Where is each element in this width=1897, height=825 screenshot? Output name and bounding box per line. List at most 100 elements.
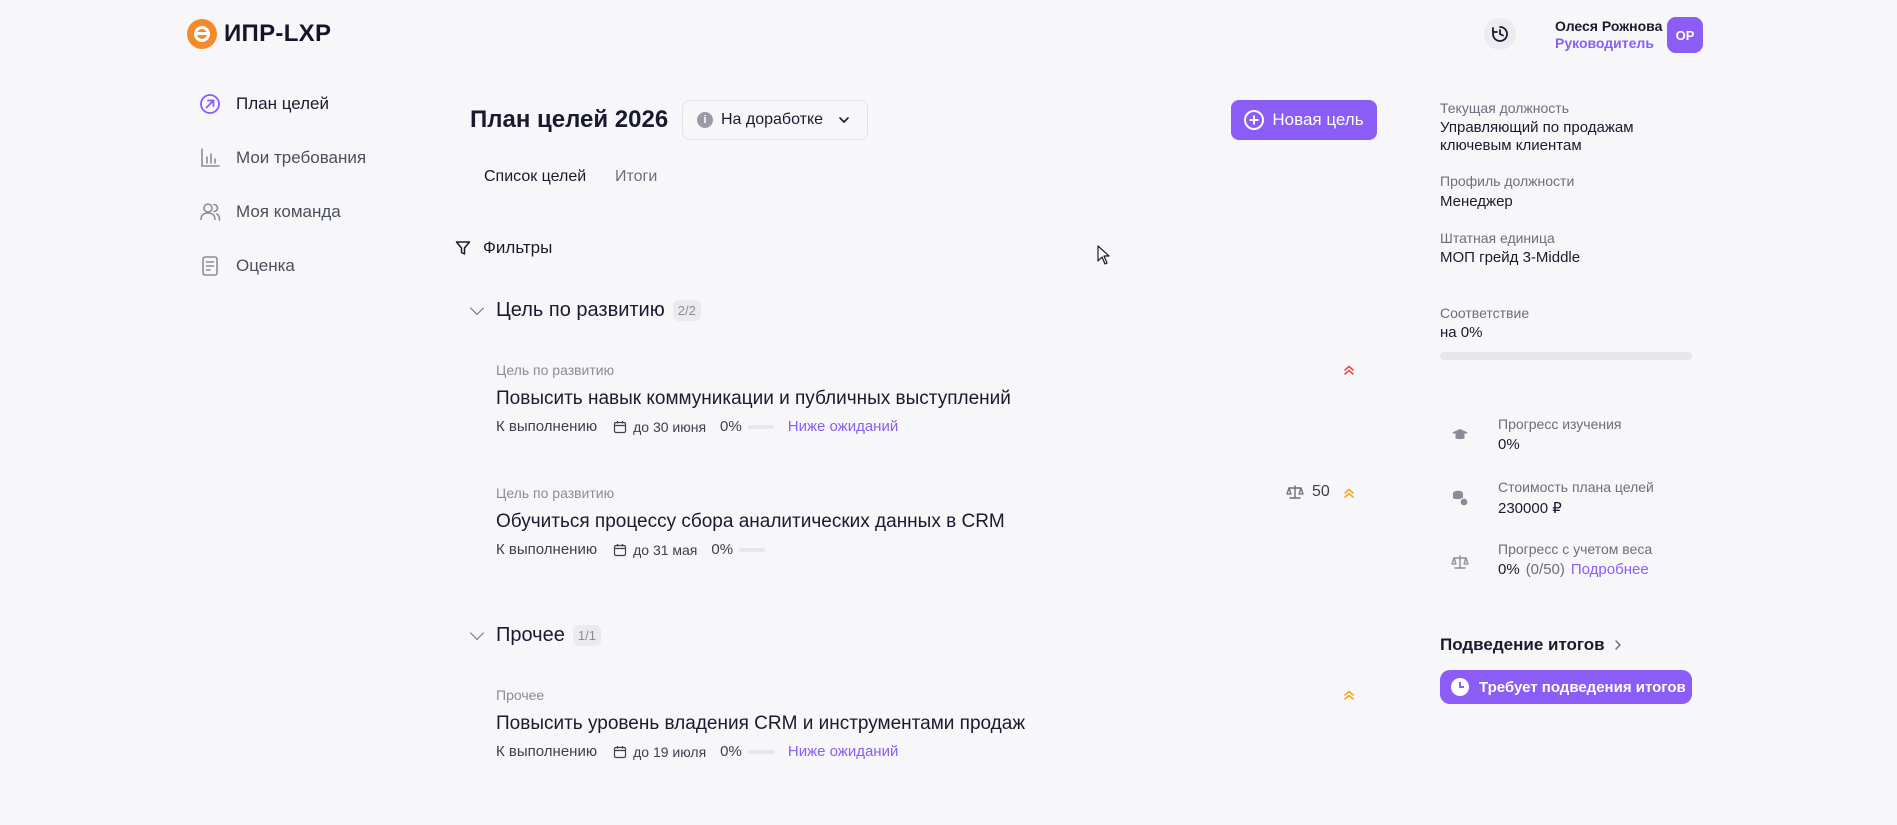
logo-mark-icon [187,19,217,49]
goal-title[interactable]: Повысить уровень владения CRM и инструме… [496,713,1025,735]
goal-deadline: до 31 мая [613,542,697,558]
chart-bars-icon [198,146,222,170]
tab-results[interactable]: Итоги [601,168,671,186]
goal-category: Цель по развитию [496,485,615,501]
goal-progress: 0% [720,743,742,760]
chevron-down-icon [839,117,849,123]
new-goal-label: Новая цель [1272,110,1364,129]
chevron-down-icon [469,300,485,316]
summary-link-label: Подведение итогов [1440,635,1605,654]
goal-deadline-text: до 19 июля [633,743,707,760]
chevron-right-icon [1614,640,1621,650]
priority-high-icon [1343,364,1355,378]
priority-medium-icon [1343,689,1355,703]
history-button[interactable] [1484,18,1516,50]
document-icon [198,254,222,278]
goal-title[interactable]: Обучиться процессу сбора аналитических д… [496,511,1005,533]
sidebar-item-assessment[interactable]: Оценка [198,254,295,278]
count-badge: 2/2 [672,300,701,321]
goal-meta: К выполнению до 30 июня 0% Ниже ожиданий [496,418,898,435]
goal-progress: 0% [711,541,734,558]
calendar-icon [613,543,627,556]
match-progress-bar [1440,352,1692,360]
user-name: Олеся Рожнова [1555,18,1663,34]
stat-value: 0% [1498,436,1520,453]
status-value: На доработке [721,111,824,128]
sidebar-item-requirements[interactable]: Мои требования [198,146,366,170]
match-value: на 0% [1440,324,1483,341]
clock-icon [1451,678,1469,696]
goal-meta: К выполнению до 19 июля 0% Ниже ожиданий [496,743,898,760]
priority-medium-icon [1343,487,1355,501]
match-label: Соответствие [1440,305,1530,321]
app-logo[interactable]: ИПР-LXP [187,19,331,49]
position-label: Текущая должность [1440,100,1570,116]
goal-category: Прочее [496,687,545,703]
logo-text: ИПР-LXP [224,20,332,47]
goal-evaluation[interactable]: Ниже ожиданий [788,418,898,435]
tab-goal-list[interactable]: Список целей [470,168,600,186]
goal-deadline: до 19 июля [613,744,706,760]
goal-title[interactable]: Повысить навык коммуникации и публичных … [496,388,1011,410]
summary-required-button[interactable]: Требует подведения итогов [1440,670,1692,704]
info-icon: i [697,112,713,128]
goal-meta: К выполнению до 31 мая 0% [496,541,779,558]
summary-link[interactable]: Подведение итогов [1440,635,1623,655]
coins-icon [1450,488,1470,508]
group-header-development[interactable]: Цель по развитию 2/2 [469,299,701,322]
calendar-icon [613,420,627,433]
sidebar-item-goal-plan[interactable]: План целей [198,92,329,116]
count-badge: 1/1 [572,625,601,646]
mouse-cursor-icon [1097,245,1111,270]
goal-evaluation[interactable]: Ниже ожиданий [788,743,898,760]
goal-weight-value: 50 [1312,483,1330,500]
plus-circle-icon [1244,110,1265,130]
unit-label: Штатная единица [1440,230,1555,246]
group-header-other[interactable]: Прочее 1/1 [469,624,601,647]
goal-deadline: до 30 июня [613,419,706,435]
goal-status: К выполнению [496,743,598,760]
user-role: Руководитель [1555,35,1654,51]
stat-label: Прогресс изучения [1498,416,1622,432]
details-link[interactable]: Подробнее [1571,561,1649,578]
position-value: Управляющий по продажам ключевым клиента… [1440,119,1634,154]
users-icon [198,200,222,224]
avatar[interactable]: ОР [1667,17,1703,53]
stat-label: Стоимость плана целей [1498,479,1654,495]
stat-extra: (0/50) [1525,561,1565,578]
goal-progress: 0% [720,418,742,435]
scales-icon [1286,485,1304,499]
stat-value: 0% [1498,561,1520,578]
scales-icon [1450,552,1470,572]
filter-icon [455,241,471,255]
calendar-icon [613,745,627,758]
goal-status: К выполнению [496,541,598,558]
sidebar-item-team[interactable]: Моя команда [198,200,341,224]
stat-label: Прогресс с учетом веса [1498,541,1653,557]
goal-progress-bar [747,424,774,429]
sidebar-item-label: Оценка [236,256,295,275]
group-title: Цель по развитию [496,299,665,321]
stat-value-row: 0% (0/50) Подробнее [1498,561,1649,578]
unit-value: МОП грейд 3-Middle [1440,249,1581,266]
new-goal-button[interactable]: Новая цель [1231,100,1377,140]
stat-value: 230000 ₽ [1498,500,1562,517]
goal-category: Цель по развитию [496,362,615,378]
goal-weight: 50 [1286,483,1330,501]
status-dropdown[interactable]: i На доработке [682,100,868,140]
history-icon [1492,26,1508,42]
goal-status: К выполнению [496,418,598,435]
filters-button[interactable]: Фильтры [455,238,552,258]
chevron-down-icon [469,625,485,641]
sidebar-item-label: Мои требования [236,148,367,167]
goal-deadline-text: до 30 июня [633,418,707,435]
profile-value: Менеджер [1440,193,1513,210]
goal-progress-bar [747,749,774,754]
page-title: План целей 2026 [470,106,669,133]
sidebar-item-label: План целей [236,94,330,113]
summary-button-label: Требует подведения итогов [1479,678,1686,696]
sidebar-item-label: Моя команда [236,202,341,221]
goal-progress-bar [739,547,766,552]
profile-label: Профиль должности [1440,173,1575,189]
goal-deadline-text: до 31 мая [633,541,698,558]
